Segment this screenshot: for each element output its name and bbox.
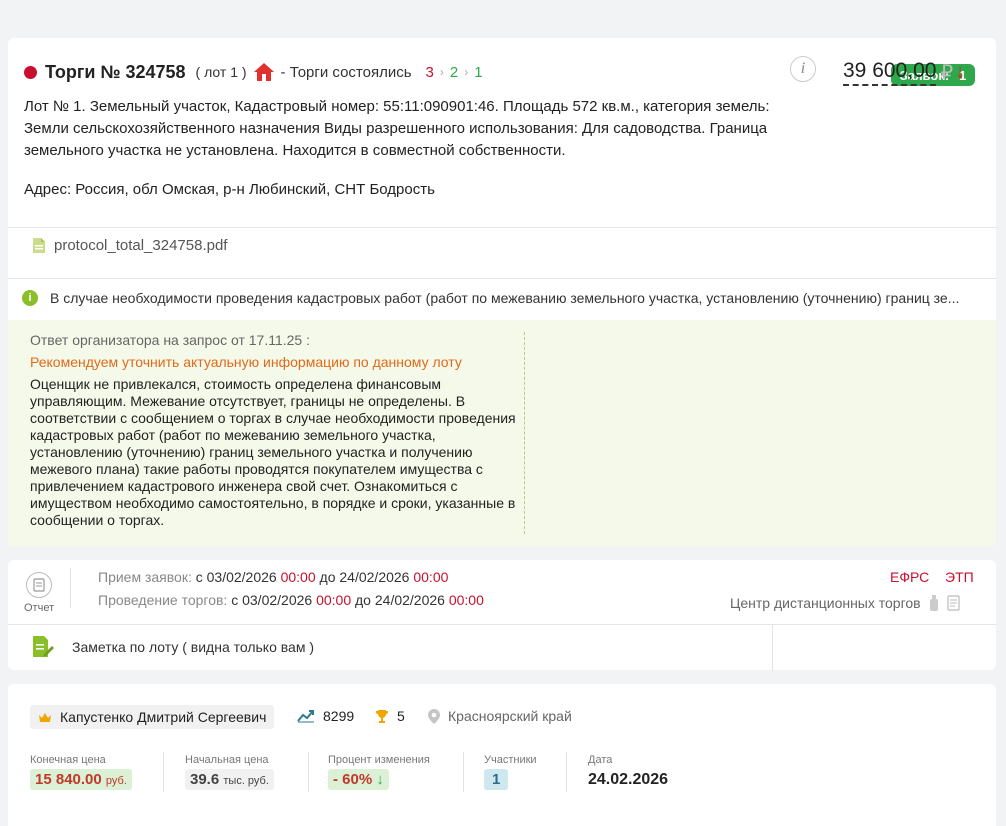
info-icon: i: [22, 290, 38, 306]
bids-period-label: Прием заявок:: [98, 569, 192, 585]
rating-value: 8299: [323, 708, 355, 724]
chevron-right-icon: ›: [464, 65, 469, 79]
auction-from-prefix: с: [231, 592, 239, 608]
step-1[interactable]: 3: [426, 64, 434, 81]
notice-text: В случае необходимости проведения кадаст…: [50, 290, 960, 306]
divider: [70, 568, 71, 608]
house-icon: [253, 62, 275, 82]
rating-stat: 8299: [297, 708, 354, 724]
stage-steps: 3 › 2 › 1: [426, 64, 483, 81]
bids-from-prefix: с: [195, 569, 203, 585]
final-price-label: Конечная цена: [30, 754, 106, 766]
divider: [163, 752, 164, 792]
start-price: Начальная цена 39.6 тыс. руб.: [185, 754, 274, 790]
participants-value[interactable]: 1: [484, 769, 509, 790]
document-icon[interactable]: [947, 595, 961, 611]
bottle-icon: [929, 595, 938, 611]
winner-chip[interactable]: Капустенко Дмитрий Сергеевич: [30, 705, 275, 729]
lot-title-row: Торги № 324758 ( лот 1 ) - Торги состоял…: [24, 60, 483, 84]
status-dot-icon: [24, 65, 37, 79]
step-3[interactable]: 1: [474, 64, 482, 81]
lot-number: ( лот 1 ): [195, 64, 247, 80]
trophy-icon: [376, 710, 388, 723]
bids-to-time: 00:00: [413, 569, 449, 585]
platform: Центр дистанционных торгов: [730, 595, 961, 611]
auction-period: Проведение торгов: с 03/02/2026 00:00 до…: [98, 592, 484, 608]
lot-title[interactable]: Торги № 324758: [45, 62, 186, 83]
change-value: - 60% ↓: [328, 769, 389, 790]
divider: [8, 278, 996, 279]
participants-label: Участники: [484, 754, 537, 766]
etp-link[interactable]: ЭТП: [945, 569, 974, 585]
answer-body: Оценщик не привлекался, стоимость опреде…: [30, 376, 516, 528]
note-edit-icon: [33, 636, 54, 657]
step-2[interactable]: 2: [450, 64, 458, 81]
region-name: Красноярский край: [448, 708, 572, 724]
price-value[interactable]: 39 600,00: [843, 58, 937, 86]
start-price-value: 39.6 тыс. руб.: [185, 769, 274, 790]
change-percent: Процент изменения - 60% ↓: [328, 754, 430, 790]
lot-description: Лот № 1. Земельный участок, Кадастровый …: [24, 98, 770, 159]
organizer-answer: Ответ организатора на запрос от 17.11.25…: [8, 320, 996, 546]
divider: [772, 625, 773, 671]
auction-period-label: Проведение торгов:: [98, 592, 228, 608]
note-text[interactable]: Заметка по лоту ( видна только вам ): [72, 639, 314, 655]
lot-status: - Торги состоялись: [280, 63, 412, 81]
wins-stat: 5: [375, 708, 405, 724]
bids-to-date: 24/02/2026: [339, 569, 410, 585]
cadastral-notice[interactable]: i В случае необходимости проведения када…: [22, 290, 959, 306]
chart-up-icon: [297, 710, 314, 723]
info-icon[interactable]: i: [790, 56, 816, 82]
answer-warning: Рекомендуем уточнить актуальную информац…: [30, 354, 462, 370]
location-pin-icon: [428, 708, 440, 724]
platform-name[interactable]: Центр дистанционных торгов: [730, 595, 921, 611]
date-label: Дата: [588, 754, 613, 766]
report-label[interactable]: Отчет: [24, 602, 54, 614]
final-price: Конечная цена 15 840.00 руб.: [30, 754, 132, 790]
bids-from-date: 03/02/2026: [206, 569, 277, 585]
auction-to-time: 00:00: [448, 592, 484, 608]
divider: [566, 752, 567, 792]
divider: [8, 227, 996, 228]
bids-to-prefix: до: [319, 569, 336, 585]
efrs-link[interactable]: ЕФРС: [890, 569, 929, 585]
wins-value: 5: [397, 708, 405, 724]
arrow-down-icon: ↓: [376, 771, 384, 788]
lot-card: Заявок: 1 Торги № 324758 ( лот 1 ) - Тор…: [8, 38, 996, 546]
bids-from-time: 00:00: [280, 569, 316, 585]
change-label: Процент изменения: [328, 754, 430, 766]
arrow-down-icon: ↓: [955, 60, 966, 83]
lot-price: 39 600,00 ₽ ↓: [843, 58, 965, 86]
ruble-icon: ₽: [940, 61, 954, 84]
auction-to-prefix: до: [355, 592, 371, 608]
auction-from-date: 03/02/2026: [242, 592, 313, 608]
chevron-right-icon: ›: [439, 65, 444, 79]
region-stat: Красноярский край: [428, 708, 572, 724]
report-icon[interactable]: [26, 572, 52, 598]
file-name[interactable]: protocol_total_324758.pdf: [54, 237, 227, 254]
auction-to-date: 24/02/2026: [374, 592, 445, 608]
start-price-label: Начальная цена: [185, 754, 269, 766]
divider: [463, 752, 464, 792]
divider: [524, 332, 525, 534]
file-link[interactable]: protocol_total_324758.pdf: [32, 237, 227, 254]
bids-period: Прием заявок: с 03/02/2026 00:00 до 24/0…: [98, 569, 448, 585]
lot-address: Адрес: Россия, обл Омская, р-н Любинский…: [24, 181, 435, 198]
divider: [308, 752, 309, 792]
winner-name: Капустенко Дмитрий Сергеевич: [60, 709, 267, 725]
final-price-value: 15 840.00 руб.: [30, 769, 132, 790]
dates-card: Отчет Прием заявок: с 03/02/2026 00:00 д…: [8, 560, 996, 671]
result-date: Дата 24.02.2026: [588, 754, 668, 791]
auction-from-time: 00:00: [316, 592, 352, 608]
pdf-file-icon: [33, 238, 45, 253]
lot-note[interactable]: Заметка по лоту ( видна только вам ): [8, 624, 996, 671]
participants: Участники 1: [484, 754, 537, 790]
result-card: Капустенко Дмитрий Сергеевич 8299 5 Крас…: [8, 684, 996, 826]
crown-icon: [39, 712, 51, 722]
answer-header: Ответ организатора на запрос от 17.11.25…: [30, 332, 310, 348]
date-value: 24.02.2026: [588, 771, 669, 788]
